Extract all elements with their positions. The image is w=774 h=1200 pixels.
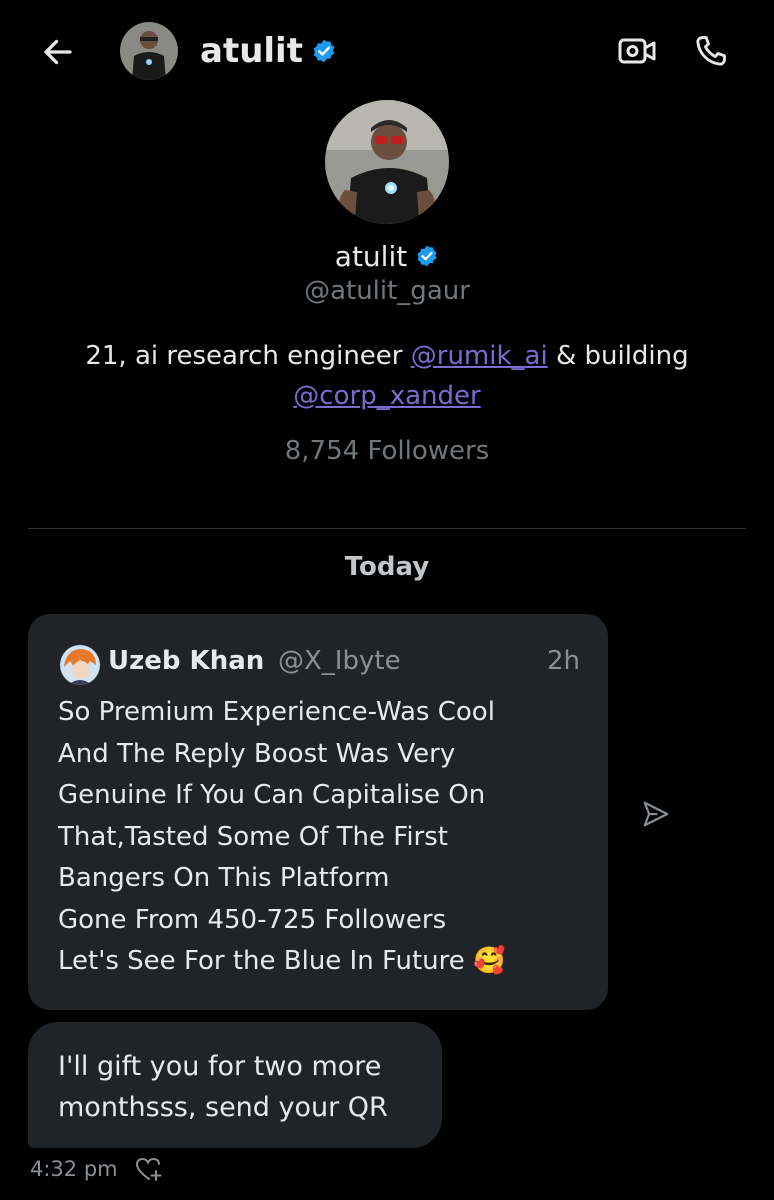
bio-mention-link[interactable]: @rumik_ai bbox=[411, 341, 548, 371]
share-button[interactable] bbox=[634, 792, 678, 836]
shared-post-avatar bbox=[60, 645, 100, 685]
date-separator: Today bbox=[344, 552, 430, 582]
profile-bio: 21, ai research engineer @rumik_ai & bui… bbox=[60, 336, 714, 416]
shared-post-author-handle: @X_Ibyte bbox=[278, 646, 401, 676]
verified-badge-icon bbox=[417, 245, 437, 267]
phone-icon bbox=[696, 36, 726, 66]
header-title[interactable]: atulit bbox=[200, 28, 337, 74]
profile-avatar[interactable] bbox=[325, 100, 449, 224]
video-call-icon bbox=[618, 38, 656, 64]
header-name: atulit bbox=[200, 31, 303, 71]
bio-mention-link[interactable]: @corp_xander bbox=[293, 381, 480, 411]
video-call-button[interactable] bbox=[612, 28, 662, 74]
heart-plus-icon bbox=[135, 1157, 162, 1181]
arrow-left-icon bbox=[44, 39, 72, 65]
shared-post-author-name: Uzeb Khan bbox=[108, 646, 265, 676]
verified-badge-icon bbox=[313, 39, 335, 63]
profile-name: atulit bbox=[334, 239, 408, 273]
divider bbox=[28, 528, 746, 529]
message-text: I'll gift you for two more monthsss, sen… bbox=[58, 1051, 388, 1123]
profile-handle: @atulit_gaur bbox=[304, 276, 470, 306]
profile-name-row: atulit bbox=[0, 236, 774, 276]
header-avatar[interactable] bbox=[120, 22, 178, 80]
back-button[interactable] bbox=[36, 30, 80, 74]
shared-post-time: 2h bbox=[546, 646, 580, 676]
add-reaction-button[interactable] bbox=[132, 1154, 166, 1184]
bio-text: 21, ai research engineer bbox=[85, 341, 411, 371]
shared-post-text: So Premium Experience-Was Cool And The R… bbox=[58, 697, 506, 976]
message-timestamp: 4:32 pm bbox=[30, 1157, 118, 1181]
voice-call-button[interactable] bbox=[686, 28, 736, 74]
bio-text: & building bbox=[547, 341, 689, 371]
send-icon bbox=[643, 801, 669, 827]
followers-count[interactable]: 8,754 Followers bbox=[0, 436, 774, 472]
